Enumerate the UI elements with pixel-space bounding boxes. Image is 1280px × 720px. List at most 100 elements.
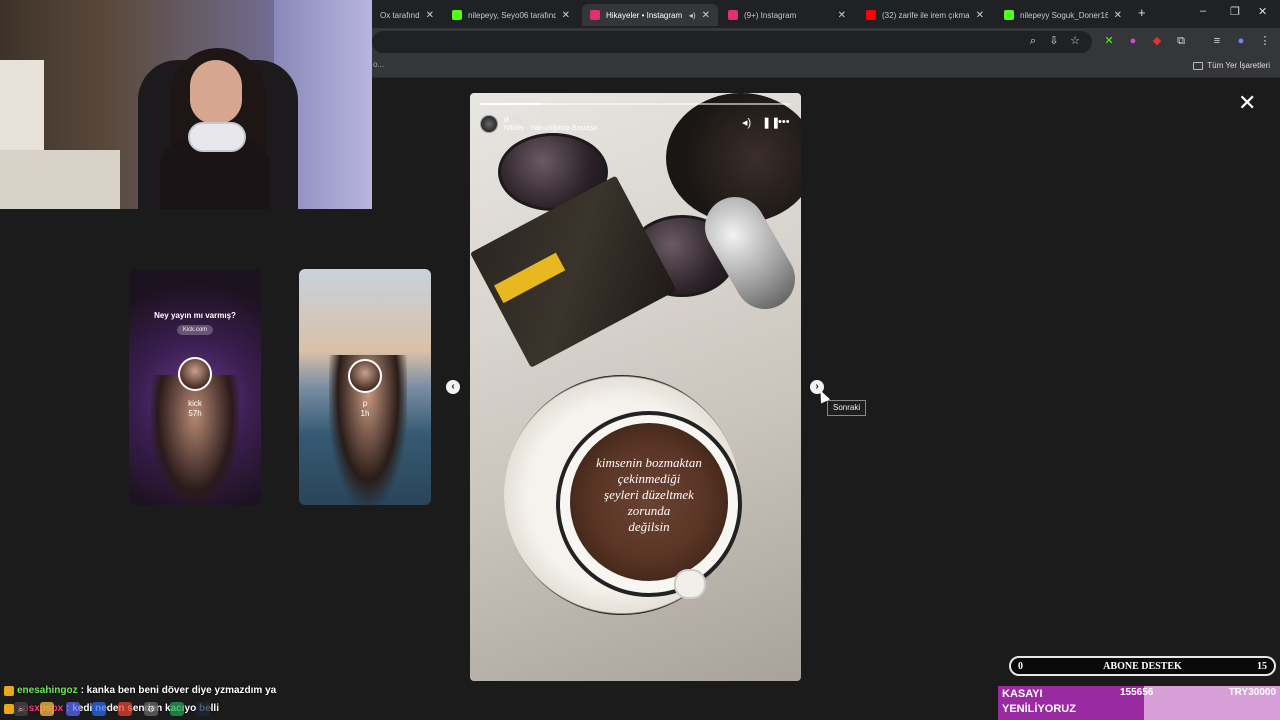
story-header: d 6h Nilüfer · Yalnızlığımla Baştaşa ◂) … xyxy=(480,113,791,135)
story-username[interactable]: d xyxy=(504,115,508,124)
thumbnail-user: p xyxy=(362,399,368,408)
story-thumbnail[interactable]: Ney yayın mı varmış? Kick.com kick 57h xyxy=(129,269,261,505)
media-icon[interactable]: ≡ xyxy=(1210,34,1224,48)
donation-target: TRY30000 xyxy=(1228,687,1276,698)
tab-close-icon[interactable]: ✕ xyxy=(976,10,984,21)
thumbnail-time: 1h xyxy=(360,409,370,418)
sub-goal-label: ABONE DESTEK xyxy=(1103,661,1182,672)
thumbnail-pill: Kick.com xyxy=(177,325,213,335)
quote-line: zorunda xyxy=(627,503,671,518)
menu-icon[interactable]: ⋮ xyxy=(1258,34,1272,48)
previous-story-icon[interactable]: ‹ xyxy=(446,380,460,394)
profile-icon[interactable]: ● xyxy=(1234,34,1248,48)
maximize-icon[interactable]: ❐ xyxy=(1230,5,1240,18)
story-music[interactable]: Nilüfer · Yalnızlığımla Baştaşa xyxy=(504,125,597,132)
desk-image xyxy=(0,150,120,209)
discord-icon[interactable] xyxy=(66,702,80,716)
youtube-icon xyxy=(866,10,876,20)
sub-goal-bar: 0 ABONE DESTEK 15 xyxy=(1009,656,1276,676)
kick-icon xyxy=(452,10,462,20)
install-icon[interactable]: ⇩ xyxy=(1047,34,1061,48)
more-options-icon[interactable]: ••• xyxy=(778,116,790,128)
avatar xyxy=(178,357,212,391)
instagram-icon xyxy=(728,10,738,20)
browser-icon[interactable] xyxy=(92,702,106,716)
all-bookmarks-button[interactable]: Tüm Yer İşaretleri xyxy=(1193,61,1270,70)
close-stories-icon[interactable]: ✕ xyxy=(1238,92,1256,114)
sub-goal-target: 15 xyxy=(1257,661,1267,672)
tab-close-icon[interactable]: ✕ xyxy=(562,10,570,21)
webcam-feed xyxy=(0,0,372,209)
tab-3[interactable]: (9+) Instagram ✕ xyxy=(720,4,854,26)
donation-goal-bar: KASAYI YENİLİYORUZ 155656 TRY30000 xyxy=(998,686,1280,720)
tab-0[interactable]: Ox tarafınd ✕ xyxy=(372,4,442,26)
tab-2[interactable]: Hikayeler • Instagram ◂) ✕ xyxy=(582,4,718,26)
tab-title: Hikayeler • Instagram xyxy=(606,10,683,20)
chrome-icon[interactable] xyxy=(118,702,132,716)
quote-line: kimsenin bozmaktan xyxy=(596,455,702,470)
face-shape xyxy=(190,60,242,124)
quote-line: şeyleri düzeltmek xyxy=(604,487,694,502)
streamer-image xyxy=(150,48,280,209)
extension-icon[interactable]: ✕ xyxy=(1102,34,1116,48)
thumbnail-time: 57h xyxy=(188,409,202,418)
speaker-icon[interactable]: ◂) xyxy=(742,116,751,129)
cup-handle xyxy=(674,569,706,599)
search-icon[interactable]: ⌕ xyxy=(14,702,28,716)
gear-icon[interactable]: ⚙ xyxy=(144,702,158,716)
tab-close-icon[interactable]: ✕ xyxy=(426,10,434,21)
tab-title: nilepeyy Soguk_Doner16 xyxy=(1020,10,1108,20)
tab-close-icon[interactable]: ✕ xyxy=(838,10,846,21)
tab-4[interactable]: (32) zarife ile irem çıkmal ✕ xyxy=(858,4,992,26)
speaker-icon: ◂) xyxy=(688,10,696,20)
star-icon[interactable]: ☆ xyxy=(1068,34,1082,48)
new-tab-button[interactable]: + xyxy=(1138,5,1146,20)
avatar xyxy=(348,359,382,393)
tab-title: (9+) Instagram xyxy=(744,10,797,20)
next-tooltip: Sonraki xyxy=(827,400,867,416)
tab-title: nilepeyy, Seyo06 tarafında xyxy=(468,10,556,20)
tab-1[interactable]: nilepeyy, Seyo06 tarafında ✕ xyxy=(444,4,578,26)
chat-username: enesahingoz xyxy=(17,685,78,696)
tab-close-icon[interactable]: ✕ xyxy=(1114,10,1122,21)
badge-icon xyxy=(4,686,14,696)
address-bar[interactable] xyxy=(372,31,1092,53)
minimize-icon[interactable]: – xyxy=(1200,5,1206,17)
screen: Ox tarafınd ✕ nilepeyy, Seyo06 tarafında… xyxy=(0,0,1280,720)
story-thumbnail[interactable]: p 1h xyxy=(299,269,431,505)
extension-icon[interactable]: ● xyxy=(1126,34,1140,48)
window-close-icon[interactable]: ✕ xyxy=(1258,5,1267,18)
folder-icon[interactable] xyxy=(40,702,54,716)
thumbnail-headline: Ney yayın mı varmış? xyxy=(154,311,236,320)
steam-icon[interactable] xyxy=(196,702,210,716)
donation-label-line: YENİLİYORUZ xyxy=(1002,703,1076,715)
thumbnail-image xyxy=(151,375,239,505)
tab-title: (32) zarife ile irem çıkmal xyxy=(882,10,970,20)
all-bookmarks-label: Tüm Yer İşaretleri xyxy=(1207,61,1270,70)
quote-line: çekinmediği xyxy=(617,471,681,486)
tab-title: Ox tarafınd xyxy=(380,10,420,20)
story-time: 6h xyxy=(513,115,522,124)
folder-icon xyxy=(1193,61,1204,70)
donation-label-line: KASAYI xyxy=(1002,688,1043,700)
story-progress-fill xyxy=(480,103,543,105)
zoom-icon[interactable]: ⌕ xyxy=(1026,34,1040,48)
quote-line: değilsin xyxy=(628,519,670,534)
bookmarks-overflow[interactable]: o... xyxy=(373,60,384,69)
taskbar: ⌕ ⚙ xyxy=(0,698,360,720)
tab-close-icon[interactable]: ✕ xyxy=(702,10,710,21)
cigarette-pack-image xyxy=(470,175,677,368)
puzzle-icon[interactable]: ⧉ xyxy=(1174,34,1188,48)
avatar[interactable] xyxy=(480,115,498,133)
headphones-icon xyxy=(188,122,246,152)
story-quote: kimsenin bozmaktan çekinmediği şeyleri d… xyxy=(570,455,728,535)
app-icon[interactable] xyxy=(170,702,184,716)
donation-goal-label: KASAYI YENİLİYORUZ xyxy=(1002,687,1076,717)
main-story[interactable]: kimsenin bozmaktan çekinmediği şeyleri d… xyxy=(470,93,801,681)
tab-5[interactable]: nilepeyy Soguk_Doner16 ✕ xyxy=(996,4,1130,26)
chat-text: : kanka ben beni döver diye yzmazdım ya xyxy=(80,685,277,696)
thumbnail-user: kick xyxy=(188,399,202,408)
donation-current: 155656 xyxy=(1120,687,1154,698)
shelf-image xyxy=(0,60,44,160)
extension-icon[interactable]: ◆ xyxy=(1150,34,1164,48)
